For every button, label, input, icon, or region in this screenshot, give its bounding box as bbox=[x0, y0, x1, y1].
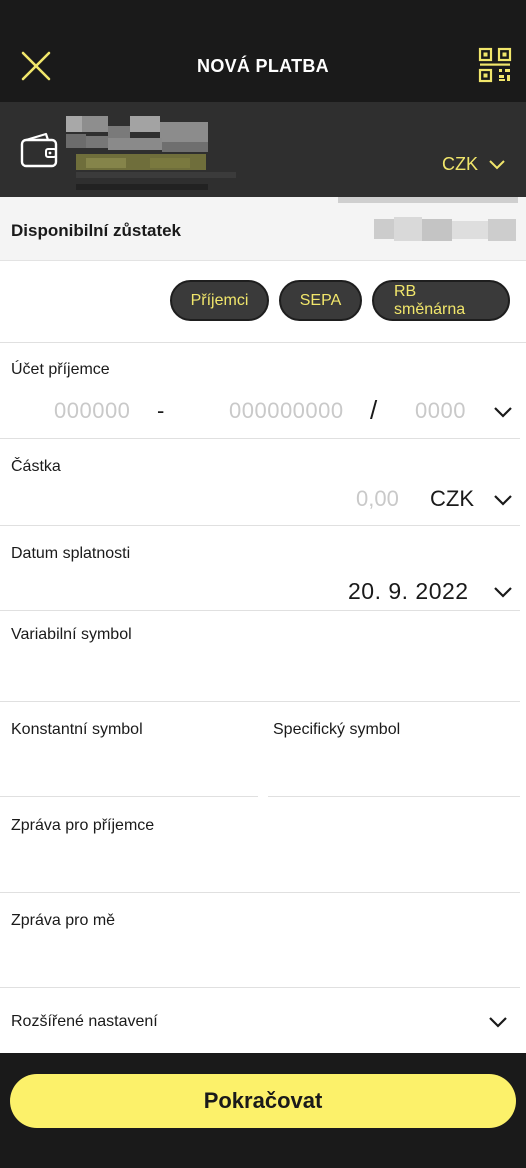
message-me-label: Zpráva pro mě bbox=[11, 912, 116, 929]
due-date-value[interactable]: 20. 9. 2022 bbox=[348, 578, 469, 605]
calendar-dropdown-icon[interactable] bbox=[493, 586, 513, 598]
qr-code-icon bbox=[478, 47, 512, 83]
wallet-icon bbox=[20, 132, 58, 168]
account-currency-select[interactable]: CZK bbox=[442, 154, 506, 175]
shortcut-chips: Příjemci SEPA RB směnárna bbox=[170, 280, 510, 321]
constant-symbol-input[interactable] bbox=[0, 745, 258, 795]
due-date-label: Datum splatnosti bbox=[11, 545, 131, 562]
specific-symbol-label: Specifický symbol bbox=[273, 721, 401, 738]
account-selector[interactable]: CZK bbox=[0, 102, 526, 197]
divider bbox=[0, 796, 258, 797]
divider bbox=[268, 796, 520, 797]
recipient-account-label: Účet příjemce bbox=[11, 361, 110, 378]
amount-input[interactable]: 0,00 bbox=[356, 486, 399, 512]
chip-rb-exchange[interactable]: RB směnárna bbox=[372, 280, 510, 321]
chip-recipients[interactable]: Příjemci bbox=[170, 280, 269, 321]
balance-label: Disponibilní zůstatek bbox=[11, 221, 182, 240]
chip-sepa[interactable]: SEPA bbox=[279, 280, 362, 321]
chevron-down-icon bbox=[489, 159, 505, 169]
message-me-input[interactable] bbox=[0, 936, 520, 986]
message-recipient-input[interactable] bbox=[0, 841, 520, 891]
variable-symbol-input[interactable] bbox=[0, 650, 520, 700]
divider bbox=[0, 892, 520, 893]
advanced-settings-toggle[interactable]: Rozšířené nastavení bbox=[0, 990, 526, 1052]
chevron-down-icon bbox=[489, 1017, 507, 1028]
bank-code-input[interactable]: 0000 bbox=[415, 398, 466, 424]
continue-button[interactable]: Pokračovat bbox=[10, 1074, 516, 1128]
specific-symbol-input[interactable] bbox=[268, 745, 520, 795]
advanced-settings-label: Rozšířené nastavení bbox=[11, 1013, 158, 1030]
header-bar: NOVÁ PLATBA bbox=[0, 0, 526, 102]
divider bbox=[0, 987, 520, 988]
amount-currency-select[interactable]: CZK bbox=[430, 486, 474, 512]
variable-symbol-label: Variabilní symbol bbox=[11, 626, 132, 643]
divider bbox=[0, 610, 520, 611]
chevron-down-icon[interactable] bbox=[493, 494, 513, 506]
divider bbox=[0, 342, 526, 343]
divider bbox=[0, 525, 520, 526]
account-slash-separator: / bbox=[370, 395, 378, 425]
message-recipient-label: Zpráva pro příjemce bbox=[11, 817, 155, 834]
account-number-input[interactable]: 000000000 bbox=[229, 398, 344, 424]
bank-code-dropdown-icon[interactable] bbox=[493, 406, 513, 418]
qr-scan-button[interactable] bbox=[478, 47, 512, 83]
account-currency-value: CZK bbox=[442, 154, 478, 174]
page-title: NOVÁ PLATBA bbox=[197, 56, 329, 76]
divider bbox=[0, 438, 520, 439]
balance-row: Disponibilní zůstatek bbox=[0, 197, 526, 261]
constant-symbol-label: Konstantní symbol bbox=[11, 721, 143, 738]
account-dash-separator: - bbox=[157, 398, 165, 423]
divider bbox=[0, 701, 520, 702]
account-prefix-input[interactable]: 000000 bbox=[54, 398, 130, 424]
amount-label: Částka bbox=[11, 458, 61, 475]
